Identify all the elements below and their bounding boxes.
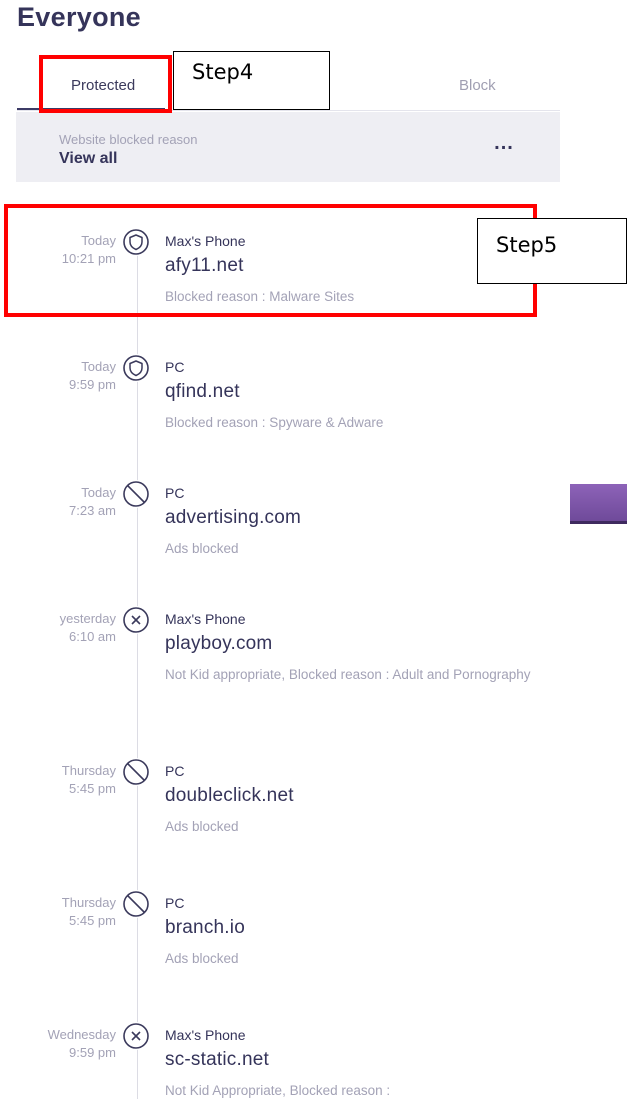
step5-label-text: Step5: [496, 233, 558, 257]
x-circle-icon: [122, 606, 150, 634]
entry-reason: Ads blocked: [165, 541, 239, 556]
ban-icon: [122, 890, 150, 918]
entry-day: Wednesday: [47, 1027, 116, 1042]
entry-domain: branch.io: [165, 917, 245, 938]
tab-block[interactable]: Block: [437, 60, 557, 108]
tab-block-label: Block: [459, 77, 496, 94]
entry-day: Thursday: [61, 895, 116, 910]
entry-domain: sc-static.net: [165, 1049, 269, 1070]
step5-highlight-box: [4, 204, 537, 317]
shield-icon: [122, 354, 150, 382]
x-circle-icon: [122, 1022, 150, 1050]
page-title: Everyone: [17, 2, 141, 32]
entry-time: 9:59 pm: [69, 1045, 116, 1060]
entry-day: Today: [81, 359, 116, 374]
entry-time: 5:45 pm: [69, 781, 116, 796]
side-tab[interactable]: [570, 484, 627, 524]
filter-value: View all: [59, 150, 118, 167]
step4-highlight-box: [39, 55, 172, 113]
entry-time: 7:23 am: [69, 503, 116, 518]
entry-domain: playboy.com: [165, 633, 273, 654]
entry-reason: Not Kid appropriate, Blocked reason : Ad…: [165, 667, 531, 682]
entry-day: Thursday: [61, 763, 116, 778]
entry-time: 9:59 pm: [69, 377, 116, 392]
entry-device: PC: [165, 359, 185, 375]
entry-device: PC: [165, 895, 185, 911]
entry-device: Max's Phone: [165, 1027, 246, 1043]
entry-reason: Ads blocked: [165, 951, 239, 966]
entry-reason: Not Kid Appropriate, Blocked reason :: [165, 1083, 391, 1098]
entry-domain: doubleclick.net: [165, 785, 294, 806]
step4-label: Step4: [173, 51, 330, 110]
entry-reason: Blocked reason : Spyware & Adware: [165, 415, 384, 430]
entry-time: 5:45 pm: [69, 913, 116, 928]
ban-icon: [122, 480, 150, 508]
more-options-button[interactable]: ...: [484, 133, 524, 158]
entry-device: Max's Phone: [165, 611, 246, 627]
entry-device: PC: [165, 485, 185, 501]
entry-reason: Ads blocked: [165, 819, 239, 834]
step5-label: Step5: [477, 218, 627, 284]
ban-icon: [122, 758, 150, 786]
step4-label-text: Step4: [192, 60, 254, 84]
filter-caption: Website blocked reason: [59, 132, 198, 147]
entry-domain: qfind.net: [165, 381, 240, 402]
entry-day: Today: [81, 485, 116, 500]
entry-day: yesterday: [59, 611, 116, 626]
entry-time: 6:10 am: [69, 629, 116, 644]
blocked-reason-filter[interactable]: Website blocked reason View all ...: [16, 112, 560, 182]
entry-device: PC: [165, 763, 185, 779]
entry-domain: advertising.com: [165, 507, 302, 528]
